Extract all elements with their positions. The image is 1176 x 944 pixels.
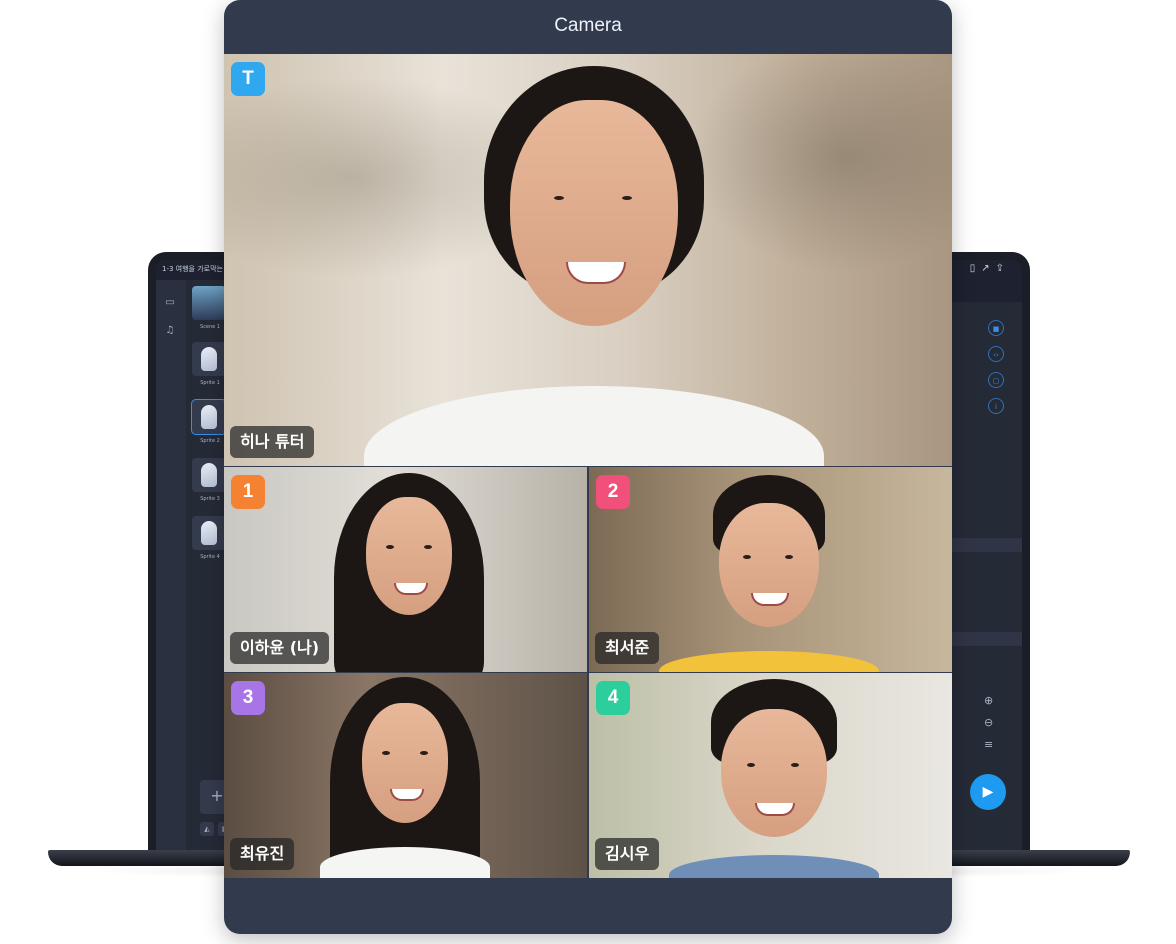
sprite-figure	[201, 463, 217, 487]
list-icon[interactable]: ≡	[984, 738, 993, 751]
participant-badge: 1	[231, 475, 265, 509]
participant-name: 최서준	[595, 632, 660, 664]
left-rail: ▭ ♫	[156, 280, 186, 852]
participant-badge: 4	[596, 681, 630, 715]
video-tile-participant-2[interactable]: 2 최서준	[589, 467, 952, 672]
participant-name: 최유진	[230, 838, 295, 870]
participant-video	[659, 475, 879, 672]
topbar-actions: ▯↗⇪	[970, 263, 1010, 274]
participant-video	[334, 473, 484, 672]
sprite-thumbnail[interactable]	[192, 342, 226, 376]
camera-window: Camera T 히나 튜터 1 이하윤 (나) 2 최서준 3 최유진 4 김…	[224, 0, 952, 934]
participant-name: 이하윤 (나)	[230, 632, 330, 664]
play-icon: ▶	[982, 784, 994, 800]
participant-name: 히나 튜터	[230, 426, 315, 458]
sprite-figure	[201, 521, 217, 545]
sprite-figure	[201, 347, 217, 371]
right-rail-strip	[952, 632, 1022, 646]
participant-video	[669, 679, 879, 878]
video-tile-participant-1[interactable]: 1 이하윤 (나)	[224, 467, 587, 672]
info-icon[interactable]: i	[988, 398, 1004, 414]
music-note-icon[interactable]: ♫	[163, 324, 177, 338]
window-icon[interactable]: ▭	[163, 296, 177, 310]
video-tile-participant-3[interactable]: 3 최유진	[224, 673, 587, 878]
right-rail-strip	[952, 538, 1022, 552]
video-tile-participant-4[interactable]: 4 김시우	[589, 673, 952, 878]
camera-icon[interactable]: ■	[988, 320, 1004, 336]
sprite-thumbnail-selected[interactable]	[191, 399, 227, 435]
zoom-in-icon[interactable]: ⊕	[984, 694, 993, 707]
device-icon[interactable]: ▯	[970, 263, 982, 274]
video-tile-tutor[interactable]: T 히나 튜터	[224, 54, 952, 466]
participant-name: 김시우	[595, 838, 660, 870]
chat-icon[interactable]: ▢	[988, 372, 1004, 388]
window-title: Camera	[554, 15, 622, 36]
code-icon[interactable]: ‹›	[988, 346, 1004, 362]
zoom-out-icon[interactable]: ⊖	[984, 716, 993, 729]
upload-icon[interactable]: ⇪	[996, 263, 1010, 274]
scene-thumbnail[interactable]	[192, 286, 226, 320]
participant-video	[364, 66, 824, 466]
participant-badge: 3	[231, 681, 265, 715]
document-title: 1-3 여행을 가로막는 수	[162, 265, 232, 273]
bucket-icon[interactable]: ◭	[200, 822, 214, 836]
play-button[interactable]: ▶	[970, 774, 1006, 810]
participant-video	[320, 677, 490, 878]
sprite-figure	[201, 405, 217, 429]
participant-badge: 2	[596, 475, 630, 509]
right-rail-header	[952, 280, 1022, 302]
sprite-thumbnail[interactable]	[192, 516, 226, 550]
share-icon[interactable]: ↗	[981, 263, 995, 274]
right-rail: ■ ‹› ▢ i ⊕ ⊖ ≡ ▶	[952, 280, 1022, 852]
participant-badge: T	[231, 62, 265, 96]
sprite-thumbnail[interactable]	[192, 458, 226, 492]
